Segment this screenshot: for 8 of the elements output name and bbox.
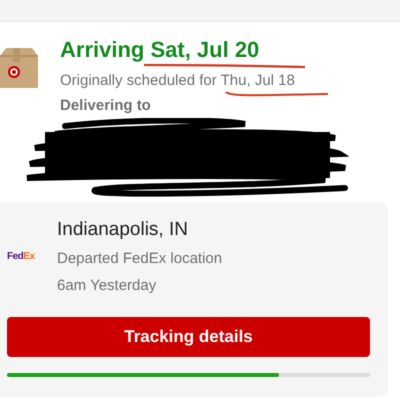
arrival-status: Arriving Sat, Jul 20 [60, 38, 260, 62]
location: Indianapolis, IN [57, 218, 189, 242]
tracking-details-button[interactable]: Tracking details [7, 317, 370, 357]
tracking-event: Departed FedEx location [57, 249, 222, 269]
original-schedule: Originally scheduled for Thu, Jul 18 [60, 72, 295, 90]
event-time: 6am Yesterday [57, 276, 158, 296]
delivering-label: Delivering to [60, 96, 151, 116]
fedex-logo: FedEx [7, 250, 36, 264]
